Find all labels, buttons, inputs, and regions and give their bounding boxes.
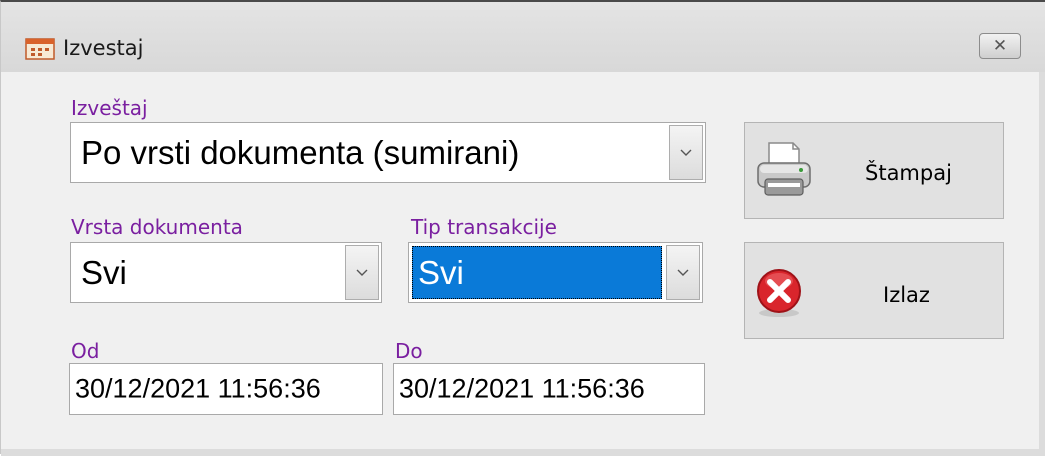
title-bar[interactable]: Izvestaj ✕ xyxy=(1,2,1045,72)
printer-icon xyxy=(753,139,815,206)
chevron-down-icon xyxy=(356,269,368,276)
transaction-type-label: Tip transakcije xyxy=(411,215,557,239)
window-frame-right xyxy=(1039,72,1045,456)
chevron-down-icon xyxy=(680,149,692,156)
date-from-value: 30/12/2021 11:56:36 xyxy=(75,373,321,404)
app-window-icon xyxy=(25,38,55,60)
exit-button[interactable]: Izlaz xyxy=(744,242,1004,339)
report-select[interactable]: Po vrsti dokumenta (sumirani) xyxy=(70,122,706,183)
document-type-select[interactable]: Svi xyxy=(70,242,382,303)
window-title: Izvestaj xyxy=(63,36,144,60)
chevron-down-icon xyxy=(677,269,689,276)
date-to-value: 30/12/2021 11:56:36 xyxy=(399,373,645,404)
date-from-field[interactable]: 30/12/2021 11:56:36 xyxy=(69,363,383,415)
transaction-type-select[interactable]: Svi xyxy=(408,242,703,303)
transaction-type-dropdown-button[interactable] xyxy=(666,245,700,300)
report-dropdown-button[interactable] xyxy=(669,125,703,180)
date-from-label: Od xyxy=(71,339,100,363)
report-dialog-window: Izvestaj ✕ Izveštaj Po vrsti dokumenta (… xyxy=(0,0,1045,456)
close-icon: ✕ xyxy=(992,36,1008,56)
exit-icon xyxy=(753,267,805,324)
document-type-dropdown-button[interactable] xyxy=(345,245,379,300)
document-type-select-value: Svi xyxy=(81,253,127,291)
date-to-label: Do xyxy=(395,339,423,363)
report-select-value: Po vrsti dokumenta (sumirani) xyxy=(81,133,520,171)
window-frame-bottom xyxy=(1,449,1045,456)
transaction-type-selection: Svi xyxy=(412,246,662,299)
report-label: Izveštaj xyxy=(71,96,148,120)
print-button-label: Štampaj xyxy=(865,161,952,185)
exit-button-label: Izlaz xyxy=(883,283,930,307)
transaction-type-select-value: Svi xyxy=(418,253,464,291)
document-type-label: Vrsta dokumenta xyxy=(71,215,243,239)
print-button[interactable]: Štampaj xyxy=(744,122,1004,219)
date-to-field[interactable]: 30/12/2021 11:56:36 xyxy=(393,363,705,415)
close-button[interactable]: ✕ xyxy=(979,33,1021,59)
